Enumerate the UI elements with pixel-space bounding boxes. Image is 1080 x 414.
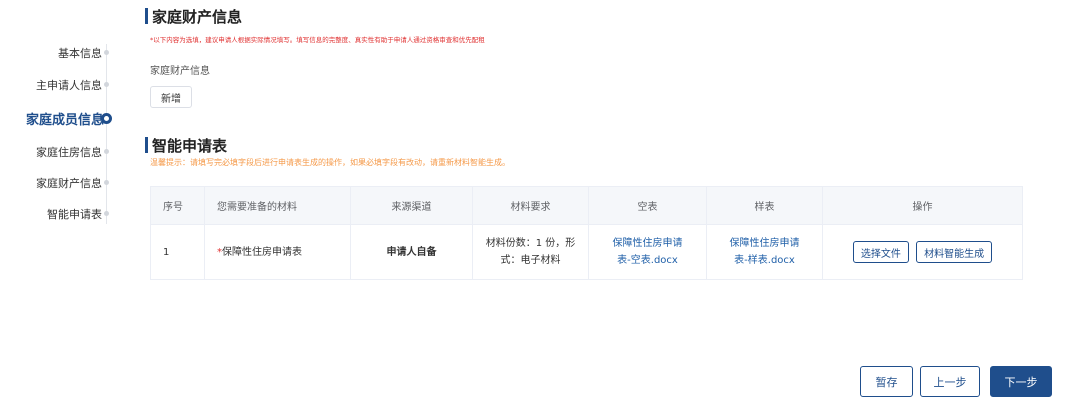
previous-step-button[interactable]: 上一步 (920, 366, 980, 397)
sidebar-step-family-members[interactable]: 家庭成员信息 (0, 109, 130, 129)
col-header-actions: 操作 (822, 186, 1023, 225)
smart-generate-button[interactable]: 材料智能生成 (916, 241, 993, 263)
row-requirement: 材料份数：1 份，形 式：电子材料 (472, 224, 589, 280)
requirement-line: 材料份数：1 份，形 (485, 238, 576, 249)
save-draft-button[interactable]: 暂存 (860, 366, 913, 397)
form-section-title: 智能申请表 (145, 135, 227, 156)
col-header-blank-form: 空表 (588, 186, 707, 225)
sidebar-step-label: 基本信息 (58, 47, 102, 60)
sidebar-step-label: 主申请人信息 (36, 79, 102, 92)
row-actions: 选择文件 材料智能生成 (822, 224, 1023, 280)
sidebar-step-smart-form[interactable]: 智能申请表 (0, 204, 130, 224)
blank-form-link-line[interactable]: 表-空表.docx (595, 252, 700, 269)
table-row: 1 *保障性住房申请表 申请人自备 材料份数：1 份，形 式：电子材料 保障性住… (150, 224, 1023, 280)
row-source: 申请人自备 (350, 224, 473, 280)
sidebar-step-basic-info[interactable]: 基本信息 (0, 43, 130, 63)
row-sample-form: 保障性住房申请 表-样表.docx (706, 224, 823, 280)
property-notice: *以下内容为选填，建议申请人根据实际情况填写。填写信息的完整度、真实性有助于申请… (150, 36, 485, 44)
step-dot-icon (104, 50, 109, 55)
sidebar-step-label: 家庭住房信息 (36, 146, 102, 159)
select-file-button[interactable]: 选择文件 (852, 241, 909, 263)
col-header-material: 您需要准备的材料 (204, 186, 351, 225)
row-material: *保障性住房申请表 (204, 224, 351, 280)
col-header-sample-form: 样表 (706, 186, 823, 225)
property-section-title: 家庭财产信息 (145, 6, 242, 27)
step-dot-icon (104, 149, 109, 154)
row-blank-form: 保障性住房申请 表-空表.docx (588, 224, 707, 280)
sample-form-link-line[interactable]: 表-样表.docx (713, 252, 816, 269)
sidebar-step-family-property[interactable]: 家庭财产信息 (0, 173, 130, 193)
requirement-line: 式：电子材料 (500, 255, 561, 266)
col-header-requirement: 材料要求 (472, 186, 589, 225)
step-dot-icon (104, 211, 109, 216)
step-dot-icon (104, 180, 109, 185)
table-header-row: 序号 您需要准备的材料 来源渠道 材料要求 空表 样表 操作 (150, 186, 1023, 225)
sample-form-link-line[interactable]: 保障性住房申请 (713, 235, 816, 252)
step-active-dot-icon (101, 113, 112, 124)
col-header-index: 序号 (150, 186, 205, 225)
property-field-label: 家庭财产信息 (150, 66, 210, 77)
form-notice: 温馨提示：请填写完必填字段后进行申请表生成的操作，如果必填字段有改动，请重新材料… (150, 158, 510, 167)
step-sidebar: 基本信息 主申请人信息 家庭成员信息 家庭住房信息 家庭财产信息 智能申请表 (0, 0, 130, 414)
step-connector-line (106, 44, 107, 224)
add-property-button[interactable]: 新增 (150, 86, 192, 108)
blank-form-link[interactable]: 保障性住房申请 表-空表.docx (595, 235, 700, 269)
sidebar-step-family-housing[interactable]: 家庭住房信息 (0, 142, 130, 162)
row-index: 1 (150, 224, 205, 280)
next-step-button[interactable]: 下一步 (990, 366, 1052, 397)
col-header-source: 来源渠道 (350, 186, 473, 225)
materials-table: 序号 您需要准备的材料 来源渠道 材料要求 空表 样表 操作 1 *保障性住房申… (150, 186, 1023, 280)
sidebar-step-label: 智能申请表 (47, 208, 102, 221)
sidebar-step-label: 家庭财产信息 (36, 177, 102, 190)
blank-form-link-line[interactable]: 保障性住房申请 (595, 235, 700, 252)
sample-form-link[interactable]: 保障性住房申请 表-样表.docx (713, 235, 816, 269)
sidebar-step-main-applicant[interactable]: 主申请人信息 (0, 75, 130, 95)
material-name: 保障性住房申请表 (222, 246, 302, 258)
step-dot-icon (104, 82, 109, 87)
sidebar-step-label: 家庭成员信息 (25, 113, 104, 128)
